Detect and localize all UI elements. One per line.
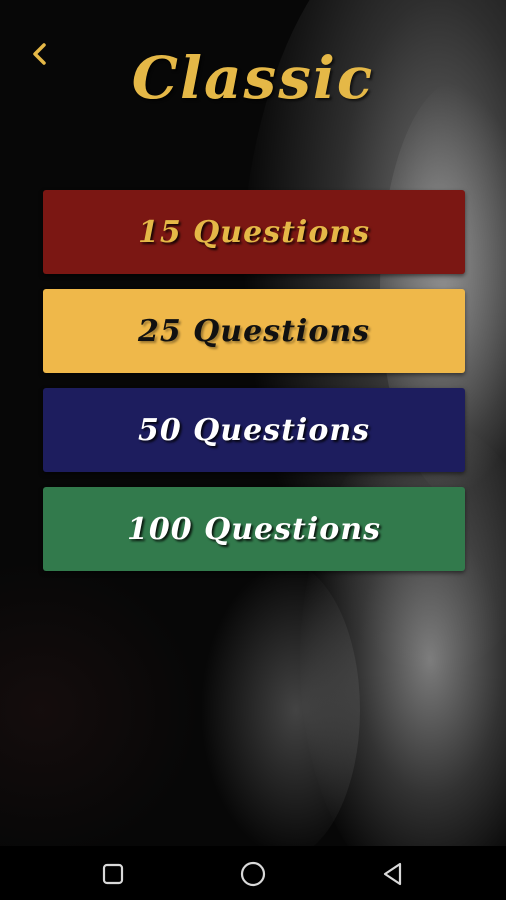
option-15-questions-button[interactable]: 15 Questions xyxy=(43,190,465,274)
quiz-mode-screen: Classic 15 Questions 25 Questions 50 Que… xyxy=(0,0,506,900)
circle-icon xyxy=(240,861,266,887)
option-50-questions-button[interactable]: 50 Questions xyxy=(43,388,465,472)
system-back-button[interactable] xyxy=(377,858,409,890)
smoke-background xyxy=(0,560,200,860)
recent-apps-button[interactable] xyxy=(97,858,129,890)
triangle-back-icon xyxy=(383,862,402,886)
smoke-background xyxy=(200,560,360,860)
square-icon xyxy=(102,863,124,885)
option-label: 25 Questions xyxy=(137,313,371,349)
option-label: 50 Questions xyxy=(137,412,371,448)
option-label: 15 Questions xyxy=(137,214,371,250)
option-label: 100 Questions xyxy=(127,511,381,547)
option-25-questions-button[interactable]: 25 Questions xyxy=(43,289,465,373)
system-navigation-bar xyxy=(0,846,506,900)
option-100-questions-button[interactable]: 100 Questions xyxy=(43,487,465,571)
question-count-options: 15 Questions 25 Questions 50 Questions 1… xyxy=(43,190,465,586)
home-button[interactable] xyxy=(237,858,269,890)
page-title: Classic xyxy=(131,44,375,112)
